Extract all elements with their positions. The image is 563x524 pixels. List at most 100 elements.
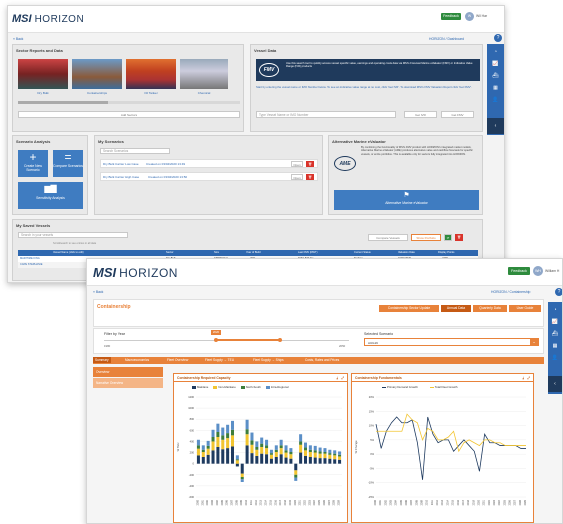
- legend-item[interactable]: Primary Demand Growth: [382, 385, 418, 389]
- year-slider-bubble: 2020: [211, 330, 221, 335]
- scenario-analysis-title: Scenario Analysis: [16, 139, 51, 144]
- vessel-name-1[interactable]: CAPE STEPHANIE: [20, 263, 43, 266]
- scenario-row-0[interactable]: Dry Bulk Carrier Low Case Created on 03/…: [100, 159, 318, 168]
- x-tick-label: 2024: [498, 499, 501, 505]
- col-sector[interactable]: Sector: [166, 251, 174, 254]
- x-tick-label: 2027: [514, 499, 517, 505]
- col-year[interactable]: Year of Build: [246, 251, 261, 254]
- sector-scrollbar[interactable]: [18, 101, 240, 104]
- vessel-name-0[interactable]: MARITIME KING: [20, 257, 40, 260]
- download-icon[interactable]: ⤓: [337, 376, 339, 380]
- user-icon[interactable]: 👤: [548, 353, 562, 362]
- col-valdate[interactable]: Valuation Date: [398, 251, 415, 254]
- sensitivity-analysis-tile[interactable]: ▆▇ Sensitivity Analysis: [18, 182, 83, 209]
- show-portfolio-button[interactable]: Show Portfolio: [411, 234, 441, 241]
- side-menu-narrative[interactable]: Narrative Overview: [93, 378, 163, 388]
- sector-thumb-2[interactable]: [126, 59, 176, 89]
- bar-segment: [250, 432, 254, 441]
- refresh-icon[interactable]: ⟳: [444, 234, 452, 241]
- compare-vessels-button[interactable]: Compare Vessels: [368, 234, 408, 241]
- subtab-summary[interactable]: Summary: [93, 357, 111, 363]
- scenario-row-1[interactable]: Dry Bulk Carrier High Case Created on 03…: [100, 172, 318, 181]
- scenario-open-button-1[interactable]: Open: [291, 174, 303, 180]
- dashboard-icon[interactable]: ◔: [487, 47, 504, 56]
- col-status[interactable]: Current Status: [354, 251, 371, 254]
- get-ivr-button[interactable]: Get IVR: [404, 111, 437, 118]
- ship-icon[interactable]: ⛴: [548, 329, 562, 338]
- breadcrumb[interactable]: HORIZON / Dashboard: [429, 37, 464, 41]
- x-tick-label: 2017: [462, 499, 465, 505]
- scenario-open-button-0[interactable]: Open: [291, 161, 303, 167]
- legend-item[interactable]: Non-Mainlane: [213, 385, 236, 389]
- user-name[interactable]: Wil Har: [476, 14, 487, 18]
- vessel-search-input[interactable]: Type Vessel Name or IMO Number: [256, 111, 396, 118]
- avatar[interactable]: W: [465, 12, 474, 21]
- download-icon[interactable]: ⤓: [523, 376, 525, 380]
- x-tick-label: 2020: [477, 499, 480, 505]
- collapse-icon[interactable]: ‹: [487, 118, 504, 134]
- subtab-fleet-overview[interactable]: Fleet Overview: [165, 357, 190, 363]
- feedback-button[interactable]: Feedback: [508, 267, 530, 275]
- scenario-name-1[interactable]: Dry Bulk Carrier High Case: [103, 175, 139, 179]
- calculator-icon[interactable]: ▦: [487, 83, 504, 92]
- col-vessel[interactable]: Vessel Name (click to edit): [53, 251, 84, 254]
- ame-button[interactable]: ⚑ Alternative Marine eValuator: [334, 190, 479, 210]
- subtab-fleet-teu[interactable]: Fleet Supply → TEU: [203, 357, 236, 363]
- scenario-name-0[interactable]: Dry Bulk Carrier Low Case: [103, 162, 139, 166]
- feedback-button[interactable]: Feedback: [441, 13, 461, 20]
- legend-item[interactable]: North-South: [240, 385, 261, 389]
- legend-item[interactable]: Mainlane: [192, 385, 208, 389]
- year-slider-handle-left[interactable]: [214, 338, 218, 342]
- breadcrumb-back[interactable]: « Back: [13, 37, 23, 41]
- x-tick-label: 2019: [472, 499, 475, 505]
- avatar[interactable]: WH: [533, 266, 543, 276]
- scenario-select[interactable]: AUG19 ⌄: [364, 338, 539, 346]
- msi-horizon-logo[interactable]: MSI HORIZON: [93, 265, 178, 280]
- user-icon[interactable]: 👤: [487, 95, 504, 104]
- subtab-fleet-ships[interactable]: Fleet Supply → Ships: [251, 357, 286, 363]
- help-icon[interactable]: ?: [555, 288, 562, 296]
- calculator-icon[interactable]: ▦: [548, 341, 562, 350]
- bar-segment: [338, 456, 342, 460]
- ship-icon[interactable]: ⛴: [487, 71, 504, 80]
- col-points[interactable]: Display Points: [438, 251, 454, 254]
- subtab-macro[interactable]: Macroeconomics: [123, 357, 151, 363]
- legend-item[interactable]: Total Fleet Growth: [429, 385, 457, 389]
- tab-user-guide[interactable]: User Guide: [509, 305, 541, 312]
- side-menu-overview[interactable]: Overview: [93, 367, 163, 377]
- col-fmv[interactable]: Last FMV (DWT): [298, 251, 317, 254]
- col-size[interactable]: Size: [214, 251, 219, 254]
- help-icon[interactable]: ?: [494, 34, 502, 42]
- collapse-icon[interactable]: ‹: [548, 376, 562, 392]
- scenario-search-input[interactable]: Search Scenarios: [100, 148, 170, 154]
- saved-vessels-search[interactable]: Search in your vessels: [18, 232, 128, 238]
- subtab-costs[interactable]: Costs, Rates and Prices: [303, 357, 341, 363]
- scenario-delete-icon-1[interactable]: 🗑: [306, 174, 314, 180]
- expand-icon[interactable]: ⤢: [341, 376, 344, 380]
- create-scenario-tile[interactable]: + Create New Scenario: [18, 150, 48, 177]
- compare-scenarios-tile[interactable]: = Compare Scenarios: [53, 150, 83, 177]
- msi-horizon-logo[interactable]: MSI HORIZON: [12, 13, 84, 25]
- tab-quarterly-data[interactable]: Quarterly Data: [473, 305, 507, 312]
- legend-item[interactable]: Intra-Regional: [265, 385, 288, 389]
- get-fmv-button[interactable]: Get FMV: [441, 111, 474, 118]
- tab-sector-update[interactable]: Containership Sector Update: [379, 305, 439, 312]
- user-name[interactable]: William H: [545, 269, 559, 273]
- x-tick-label: 2022: [304, 499, 307, 505]
- dashboard-icon[interactable]: ◔: [548, 305, 562, 314]
- breadcrumb[interactable]: HORIZON / Containership: [491, 290, 530, 294]
- sector-thumb-3[interactable]: [180, 59, 228, 89]
- breadcrumb-back[interactable]: « Back: [93, 290, 103, 294]
- scenario-delete-icon-0[interactable]: 🗑: [306, 161, 314, 167]
- expand-icon[interactable]: ⤢: [527, 376, 530, 380]
- tab-annual-data[interactable]: Annual Data: [441, 305, 471, 312]
- x-tick-label: 2008: [235, 499, 238, 505]
- chart-icon[interactable]: 📈: [548, 317, 562, 326]
- delete-vessel-icon[interactable]: 🗑: [455, 234, 463, 241]
- sector-thumb-0[interactable]: [18, 59, 68, 89]
- year-slider-handle-right[interactable]: [278, 338, 282, 342]
- x-tick-label: 2006: [405, 499, 408, 505]
- add-sectors-button[interactable]: Add Sectors: [18, 111, 240, 118]
- sector-thumb-1[interactable]: [72, 59, 122, 89]
- chart-icon[interactable]: 📈: [487, 59, 504, 68]
